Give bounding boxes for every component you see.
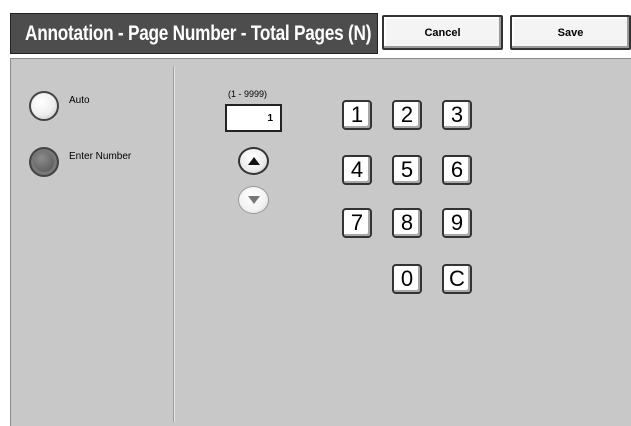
page-title: Annotation - Page Number - Total Pages (… — [25, 21, 372, 45]
auto-option[interactable]: Auto — [29, 91, 90, 121]
triangle-up-icon — [247, 157, 260, 165]
key-2[interactable]: 2 — [392, 100, 422, 130]
key-7[interactable]: 7 — [342, 208, 372, 238]
enter-number-label: Enter Number — [69, 150, 132, 162]
settings-panel: Auto Enter Number (1 - 9999) 1 1 2 3 4 5… — [10, 58, 631, 426]
key-4[interactable]: 4 — [342, 155, 372, 185]
auto-radio[interactable] — [29, 91, 59, 121]
title-bar: Annotation - Page Number - Total Pages (… — [10, 13, 378, 54]
key-3[interactable]: 3 — [442, 100, 472, 130]
clear-key[interactable]: C — [442, 264, 472, 294]
page-number-field[interactable]: 1 — [225, 104, 282, 132]
triangle-down-icon — [247, 196, 260, 204]
decrement-button[interactable] — [238, 186, 269, 214]
range-label: (1 - 9999) — [228, 89, 268, 99]
key-9[interactable]: 9 — [442, 208, 472, 238]
enter-number-radio[interactable] — [29, 147, 59, 177]
key-8[interactable]: 8 — [392, 208, 422, 238]
key-0[interactable]: 0 — [392, 264, 422, 294]
panel-divider — [173, 67, 175, 422]
key-5[interactable]: 5 — [392, 155, 422, 185]
increment-button[interactable] — [238, 147, 269, 175]
key-1[interactable]: 1 — [342, 100, 372, 130]
save-button[interactable]: Save — [510, 15, 631, 50]
enter-number-option[interactable]: Enter Number — [29, 147, 131, 177]
auto-label: Auto — [69, 94, 90, 106]
cancel-button[interactable]: Cancel — [382, 15, 503, 50]
key-6[interactable]: 6 — [442, 155, 472, 185]
